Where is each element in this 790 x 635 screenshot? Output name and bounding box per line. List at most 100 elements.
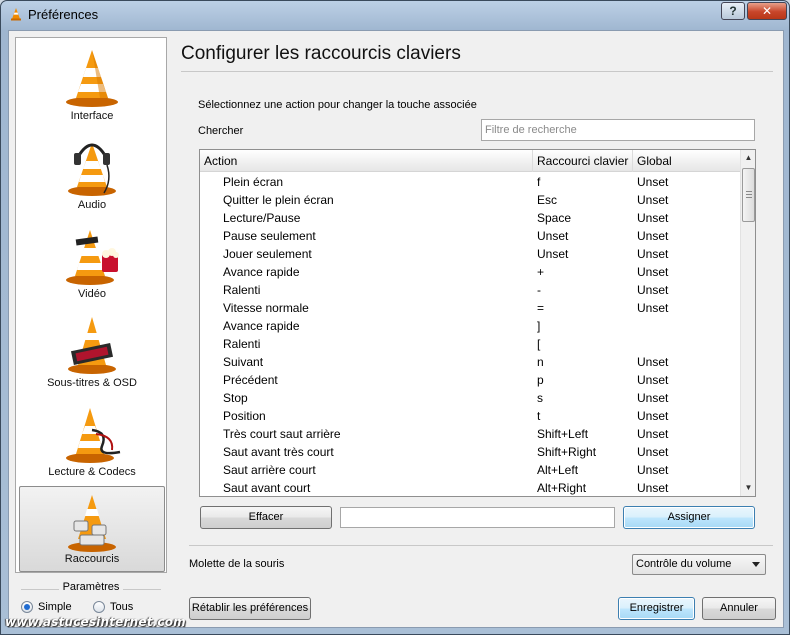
column-header-shortcut[interactable]: Raccourci clavier xyxy=(533,150,633,172)
sidebar-item-label: Audio xyxy=(77,199,107,211)
table-row[interactable]: Stop s Unset xyxy=(200,389,740,407)
global-cell: Unset xyxy=(637,481,669,495)
action-cell: Lecture/Pause xyxy=(223,211,301,225)
instruction-text: Sélectionnez une action pour changer la … xyxy=(198,99,477,111)
global-cell: Unset xyxy=(637,373,669,387)
scroll-thumb[interactable] xyxy=(742,168,755,222)
action-cell: Très court saut arrière xyxy=(223,427,341,441)
column-header-global[interactable]: Global xyxy=(633,150,740,172)
table-row[interactable]: Ralenti [ xyxy=(200,335,740,353)
table-body: Plein écran f Unset Quitter le plein écran E… xyxy=(200,173,740,496)
vlc-app-icon xyxy=(11,8,21,21)
preferences-window: Préférences ? ✕ Interface Audio Vidéo So… xyxy=(0,0,790,635)
action-cell: Jouer seulement xyxy=(223,247,312,261)
chevron-down-icon xyxy=(752,562,760,567)
table-row[interactable]: Saut avant court Alt+Right Unset xyxy=(200,479,740,496)
shortcut-cell: [ xyxy=(537,337,541,351)
sidebar-item-shortcuts[interactable]: Raccourcis xyxy=(19,486,165,572)
vlc-cone-icon xyxy=(66,50,118,107)
global-cell: Unset xyxy=(637,445,669,459)
table-row[interactable]: Saut arrière court Alt+Left Unset xyxy=(200,461,740,479)
action-cell: Position xyxy=(223,409,266,423)
table-row[interactable]: Saut avant très court Shift+Right Unset xyxy=(200,443,740,461)
action-cell: Ralenti xyxy=(223,337,261,351)
table-row[interactable]: Suivant n Unset xyxy=(200,353,740,371)
close-button[interactable]: ✕ xyxy=(747,2,787,20)
shortcut-cell: p xyxy=(537,373,544,387)
search-label: Chercher xyxy=(198,125,244,137)
global-cell: Unset xyxy=(637,427,669,441)
title-bar[interactable]: Préférences ? ✕ xyxy=(1,1,789,29)
radio-unchecked-icon xyxy=(93,601,105,613)
shortcut-cell: f xyxy=(537,175,541,189)
shortcut-cell: ] xyxy=(537,319,541,333)
action-cell: Suivant xyxy=(223,355,264,369)
scroll-up-arrow-icon[interactable]: ▲ xyxy=(741,150,755,166)
action-cell: Précédent xyxy=(223,373,278,387)
shortcut-cell: + xyxy=(537,265,545,279)
shortcut-cell: Unset xyxy=(537,229,569,243)
sidebar-item-audio[interactable]: Audio xyxy=(19,131,165,217)
global-cell: Unset xyxy=(637,391,669,405)
column-header-action[interactable]: Action xyxy=(200,150,533,172)
shortcut-cell: Alt+Right xyxy=(537,481,587,495)
action-cell: Pause seulement xyxy=(223,229,316,243)
radio-all-label: Tous xyxy=(110,601,134,613)
sidebar-item-label: Interface xyxy=(70,110,114,122)
help-button[interactable]: ? xyxy=(721,2,745,20)
global-cell: Unset xyxy=(637,283,669,297)
action-cell: Vitesse normale xyxy=(223,301,309,315)
vlc-cone-headphones-icon xyxy=(68,143,116,196)
vlc-cone-subtitles-icon xyxy=(68,317,116,374)
search-input[interactable] xyxy=(481,119,755,141)
sidebar-item-interface[interactable]: Interface xyxy=(19,42,165,128)
table-row[interactable]: Pause seulement Unset Unset xyxy=(200,227,740,245)
shortcut-cell: Unset xyxy=(537,247,569,261)
radio-simple[interactable]: Simple xyxy=(21,601,72,613)
table-row[interactable]: Jouer seulement Unset Unset xyxy=(200,245,740,263)
key-capture-field[interactable] xyxy=(340,507,615,528)
page-title: Configurer les raccourcis claviers xyxy=(181,43,461,64)
vertical-scrollbar[interactable]: ▲ ▼ xyxy=(740,150,755,496)
action-cell: Plein écran xyxy=(223,175,284,189)
table-row[interactable]: Position t Unset xyxy=(200,407,740,425)
cancel-button[interactable]: Annuler xyxy=(702,597,776,620)
global-cell: Unset xyxy=(637,193,669,207)
save-button[interactable]: Enregistrer xyxy=(618,597,695,620)
global-cell: Unset xyxy=(637,301,669,315)
vlc-cone-film-icon xyxy=(66,230,119,285)
global-cell: Unset xyxy=(637,409,669,423)
table-row[interactable]: Avance rapide] xyxy=(200,317,740,335)
global-cell: Unset xyxy=(637,265,669,279)
table-row[interactable]: Avance rapide + Unset xyxy=(200,263,740,281)
table-row[interactable]: Précédent p Unset xyxy=(200,371,740,389)
table-row[interactable]: Quitter le plein écran Esc Unset xyxy=(200,191,740,209)
shortcut-cell: s xyxy=(537,391,543,405)
action-cell: Quitter le plein écran xyxy=(223,193,334,207)
sidebar-item-video[interactable]: Vidéo xyxy=(19,220,165,306)
window-title: Préférences xyxy=(28,7,99,22)
action-cell: Ralenti xyxy=(223,283,261,297)
table-row[interactable]: Vitesse normale = Unset xyxy=(200,299,740,317)
reset-preferences-button[interactable]: Rétablir les préférences xyxy=(189,597,311,620)
global-cell: Unset xyxy=(637,463,669,477)
radio-all[interactable]: Tous xyxy=(93,601,133,613)
sidebar-item-subtitles[interactable]: Sous-titres & OSD xyxy=(19,309,165,395)
table-row[interactable]: Plein écran f Unset xyxy=(200,173,740,191)
shortcut-cell: n xyxy=(537,355,544,369)
action-cell: Saut avant très court xyxy=(223,445,334,459)
radio-simple-label: Simple xyxy=(38,601,72,613)
clear-button[interactable]: Effacer xyxy=(200,506,332,529)
radio-checked-icon xyxy=(21,601,33,613)
vlc-cone-cables-icon xyxy=(66,408,121,463)
global-cell: Unset xyxy=(637,175,669,189)
global-cell: Unset xyxy=(637,247,669,261)
scroll-down-arrow-icon[interactable]: ▼ xyxy=(741,480,755,496)
sidebar-item-playback-codecs[interactable]: Lecture & Codecs xyxy=(19,398,165,484)
table-row[interactable]: Ralenti - Unset xyxy=(200,281,740,299)
assign-button[interactable]: Assigner xyxy=(623,506,755,529)
shortcut-cell: Shift+Left xyxy=(537,427,589,441)
table-row[interactable]: Très court saut arrière Shift+Left Unset xyxy=(200,425,740,443)
table-row[interactable]: Lecture/Pause Space Unset xyxy=(200,209,740,227)
mouse-wheel-select[interactable]: Contrôle du volume xyxy=(632,554,766,575)
